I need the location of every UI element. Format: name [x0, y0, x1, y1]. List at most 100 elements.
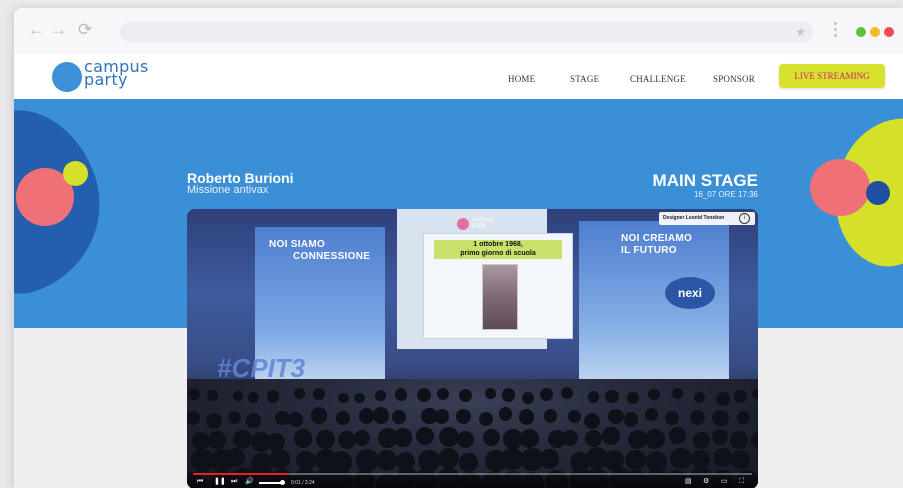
logo-line-2: party: [472, 223, 486, 229]
live-streaming-button[interactable]: LIVE STREAMING: [779, 64, 885, 88]
slide-caption-line: primo giorno di scuola: [460, 250, 536, 257]
back-arrow-icon[interactable]: ←: [28, 20, 45, 40]
audience-head: [394, 388, 408, 401]
wall-text-line: IL FUTURO: [621, 245, 677, 256]
nav-sponsor[interactable]: SPONSOR: [713, 74, 755, 84]
volume-icon[interactable]: 🔊: [245, 478, 254, 486]
audience-head: [354, 392, 365, 404]
skip-back-icon[interactable]: ⏮: [197, 478, 203, 486]
nav-challenge[interactable]: CHALLENGE: [630, 74, 686, 84]
video-player[interactable]: campus party NOI SIAMO CONNESSIONE NOI CR…: [187, 209, 758, 488]
fullscreen-icon[interactable]: ⛶: [739, 478, 744, 486]
reload-icon[interactable]: ⟳: [78, 20, 92, 40]
audience-head: [518, 409, 535, 425]
site-logo[interactable]: campus party: [84, 59, 149, 88]
settings-gear-icon[interactable]: ⚙: [703, 478, 709, 486]
slide-caption: 1 ottobre 1968, primo giorno di scuola: [434, 240, 562, 259]
audience-head: [358, 408, 375, 425]
decorative-circle: [866, 181, 890, 205]
video-controls: ⏮ ❚❚ ⏭ 🔊 0:01 / 3:24 ▤ ⚙ ▭ ⛶: [187, 471, 758, 488]
pause-icon[interactable]: ❚❚: [214, 478, 226, 486]
window-dot-green-icon[interactable]: [856, 27, 866, 37]
browser-menu-icon[interactable]: [834, 22, 838, 40]
audience-head: [458, 452, 479, 473]
audience-head: [434, 408, 450, 424]
audience-head: [455, 409, 471, 425]
audience-head: [227, 410, 241, 424]
audience-head: [645, 429, 665, 450]
audience-head: [417, 388, 432, 403]
video-frame: campus party NOI SIAMO CONNESSIONE NOI CR…: [187, 209, 758, 488]
audience-head: [561, 429, 578, 447]
audience-head: [608, 408, 625, 425]
audience-head: [587, 390, 600, 403]
audience-head: [232, 390, 244, 401]
info-icon[interactable]: i: [739, 213, 750, 224]
audience-head: [207, 390, 219, 401]
audience-head: [540, 388, 553, 401]
audience-head: [288, 411, 304, 427]
audience-head: [392, 410, 406, 424]
audience-head: [669, 447, 692, 470]
decorative-circle: [810, 159, 870, 216]
presentation-slide: 1 ottobre 1968, primo giorno di scuola: [423, 233, 573, 339]
wall-text-left: NOI SIAMO CONNESSIONE: [269, 239, 370, 263]
sponsor-logo: nexi: [665, 277, 715, 309]
audience-head: [293, 387, 305, 399]
audience-head: [730, 431, 748, 449]
audience-head: [602, 427, 620, 445]
audience-head: [439, 427, 459, 448]
audience-head: [693, 432, 710, 449]
forward-arrow-icon[interactable]: →: [50, 20, 67, 40]
audience-head: [605, 389, 620, 404]
audience-head: [191, 432, 210, 451]
subtitles-icon[interactable]: ▤: [685, 478, 692, 486]
audience-head: [458, 389, 472, 403]
slide-photo: [482, 264, 518, 330]
window-dot-yellow-icon[interactable]: [870, 27, 880, 37]
info-label: Designer Leonid Tonebon: [663, 215, 725, 221]
audience-head: [736, 410, 751, 425]
site-header: campus party HOME STAGE CHALLENGE SPONSO…: [14, 54, 903, 99]
audience-head: [501, 388, 516, 402]
miniplayer-icon[interactable]: ▭: [721, 478, 728, 486]
audience-head: [623, 412, 639, 427]
audience-head: [752, 389, 758, 400]
audience-head: [375, 390, 386, 402]
audience-head: [483, 428, 501, 446]
audience-head: [712, 409, 729, 427]
volume-knob[interactable]: [279, 480, 285, 485]
browser-toolbar: ← → ⟳ ★: [14, 8, 903, 54]
audience-head: [731, 449, 751, 469]
audience-head: [522, 391, 535, 404]
audience-head: [207, 431, 226, 449]
audience-head: [560, 387, 573, 400]
audience-head: [751, 430, 758, 449]
audience-head: [713, 447, 733, 467]
nav-home[interactable]: HOME: [508, 74, 535, 84]
campus-party-stage-logo: campus party: [457, 217, 517, 231]
skip-forward-icon[interactable]: ⏭: [231, 478, 237, 486]
browser-window: ← → ⟳ ★ campus party HOME STAGE CHALLENG…: [14, 8, 903, 488]
audience-head: [205, 412, 222, 429]
time-display: 0:01 / 3:24: [291, 480, 315, 486]
progress-bar[interactable]: [193, 473, 752, 475]
audience-head: [543, 409, 558, 423]
audience-head: [312, 388, 326, 401]
audience-head: [519, 429, 540, 449]
speaker-name: Roberto Burioni: [187, 170, 294, 186]
address-bar[interactable]: ★: [120, 22, 814, 42]
audience-head: [625, 450, 646, 471]
audience-head: [689, 410, 705, 425]
nav-stage[interactable]: STAGE: [570, 74, 599, 84]
audience-head: [353, 429, 370, 446]
window-dot-red-icon[interactable]: [884, 27, 894, 37]
audience-head: [233, 430, 253, 450]
video-info-overlay[interactable]: Designer Leonid Tonebon i: [659, 212, 755, 225]
audience-head: [716, 392, 731, 407]
bookmark-star-icon[interactable]: ★: [795, 23, 806, 41]
logo-circle-icon[interactable]: [52, 62, 82, 92]
audience-head: [437, 447, 460, 469]
audience-head: [665, 410, 680, 425]
stage-datetime: 16_07 ORE 17:36: [693, 190, 758, 199]
